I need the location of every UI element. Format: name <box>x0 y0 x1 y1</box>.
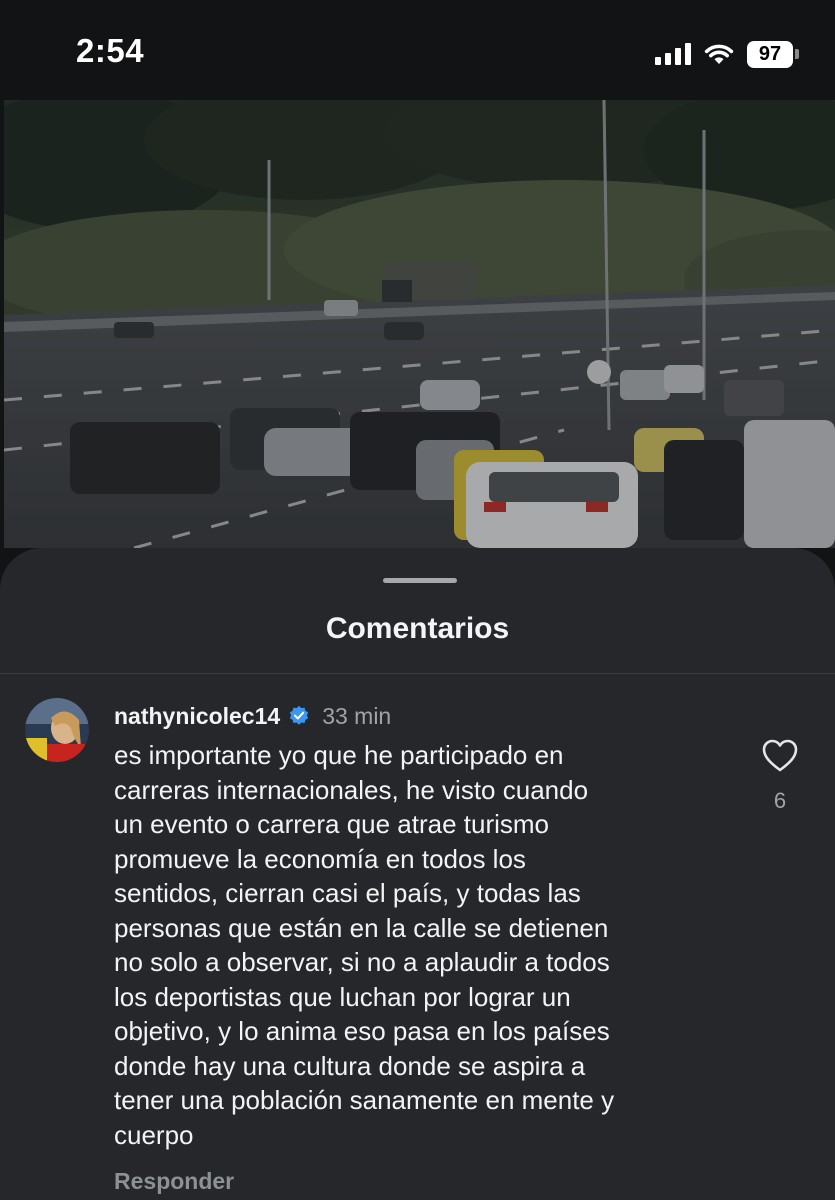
sheet-title: Comentarios <box>325 612 510 645</box>
wifi-icon <box>704 44 734 64</box>
username[interactable]: nathynicolec14 <box>114 703 280 730</box>
comment-text: es importante yo que he participado en c… <box>114 740 615 1150</box>
verified-badge-icon <box>290 705 309 725</box>
status-time: 2:54 <box>76 32 145 69</box>
comments-sheet: Comentarios nathynicolec14 33 min es imp… <box>0 548 835 1200</box>
battery-icon: 97 <box>747 40 799 68</box>
battery-level: 97 <box>747 40 793 68</box>
status-bar: 2:54 97 <box>0 0 835 100</box>
heart-icon <box>762 739 798 772</box>
traffic-video-frame <box>4 100 835 548</box>
like-button[interactable] <box>760 736 800 776</box>
comment-header: nathynicolec14 33 min <box>114 700 391 732</box>
video-player[interactable] <box>4 100 835 548</box>
comment-timestamp: 33 min <box>322 702 392 729</box>
status-icons: 97 <box>655 38 799 70</box>
reply-button[interactable]: Responder <box>114 1168 234 1195</box>
sheet-grabber-handle[interactable] <box>383 578 457 583</box>
divider <box>0 673 835 674</box>
cellular-signal-icon <box>655 43 691 65</box>
avatar[interactable] <box>25 698 89 762</box>
like-count: 6 <box>773 788 787 813</box>
screen: 2:54 97 Comentarios nathynicolec14 33 mi… <box>0 0 835 1200</box>
avatar-image <box>25 698 89 762</box>
